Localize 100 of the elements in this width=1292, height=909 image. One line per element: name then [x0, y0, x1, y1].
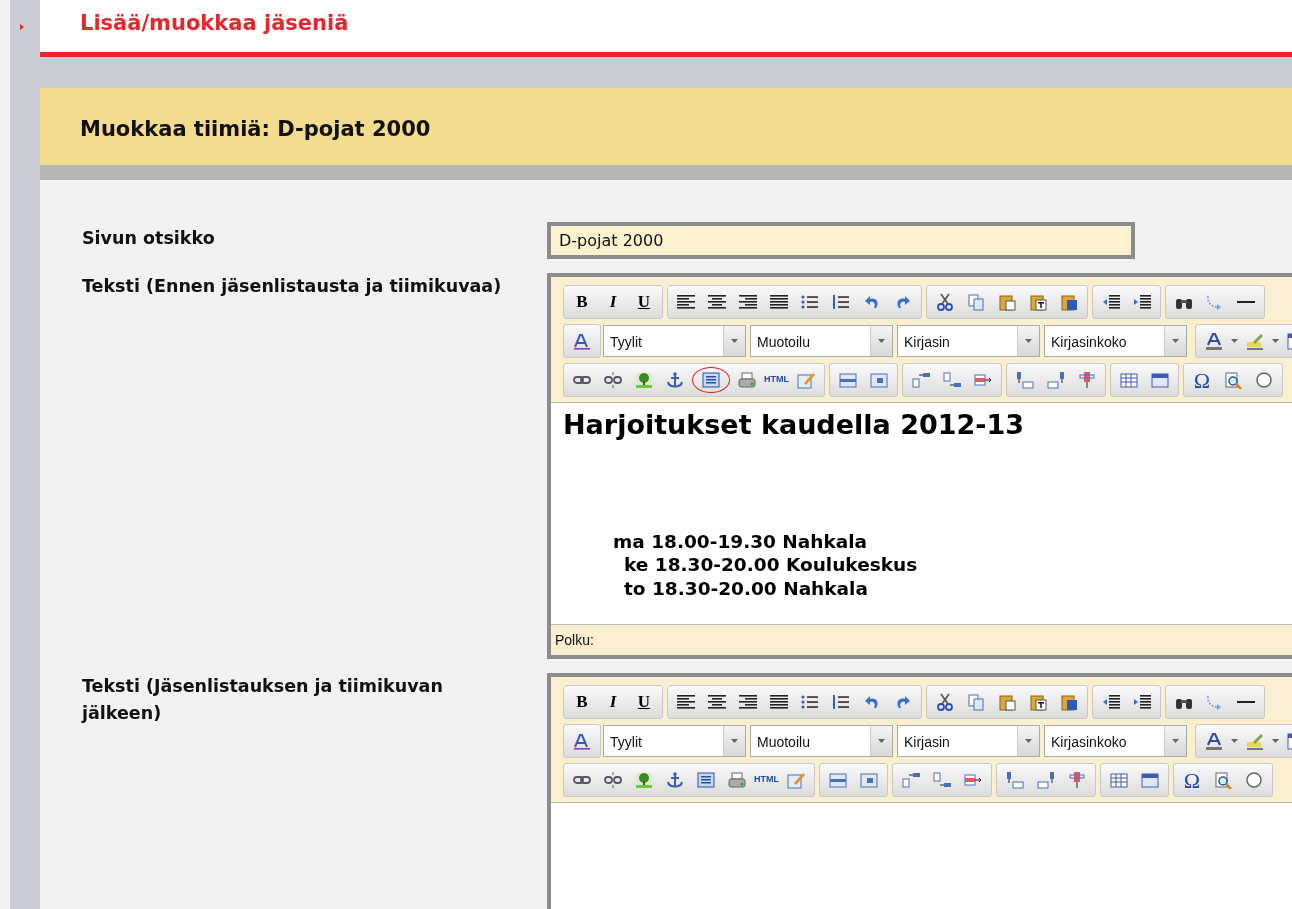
dropdown-field[interactable]: Tyylit — [603, 325, 746, 357]
dropdown-field[interactable]: Kirjasinkoko — [1044, 725, 1187, 757]
dropdown-field[interactable]: Kirjasin — [897, 725, 1040, 757]
delete-row-icon — [963, 771, 983, 789]
special-character-button[interactable]: Ω — [1188, 367, 1216, 393]
dropdown-caret-icon[interactable] — [731, 339, 738, 343]
clipboard-icon — [997, 293, 1017, 311]
table-row-icon — [828, 771, 848, 789]
insert-column-before-icon — [1005, 771, 1025, 789]
html-button[interactable]: HTML — [764, 367, 789, 393]
printer-icon — [727, 771, 747, 789]
editor-content-area[interactable]: Harjoitukset kaudella 2012-13 ma 18.00-19.30 Nahkala ke 18.30-20.00 Koulukeskus to 18.30-20.00 Nahkala — [551, 402, 1292, 624]
path-label: Polku: — [551, 624, 1292, 655]
outdent-icon — [1101, 293, 1121, 311]
edit-icon — [796, 371, 816, 389]
scissors-icon — [935, 293, 955, 311]
align-center-icon — [707, 693, 727, 711]
special-character-button[interactable]: Ω — [1178, 767, 1206, 793]
dropdown-caret-icon[interactable] — [878, 739, 885, 743]
bold-button[interactable]: B — [568, 289, 596, 315]
insert-column-after-icon — [1036, 771, 1056, 789]
delete-row-icon — [973, 371, 993, 389]
text-input-field[interactable]: D-pojat 2000 — [547, 222, 1135, 259]
clipboard-icon — [997, 693, 1017, 711]
anchor-icon — [665, 371, 685, 389]
dropdown-field[interactable]: Kirjasin — [897, 325, 1040, 357]
justify-icon — [769, 293, 789, 311]
tree-image-icon — [634, 771, 654, 789]
italic-button[interactable]: I — [599, 289, 627, 315]
tree-image-icon — [634, 371, 654, 389]
table-properties-icon — [1150, 371, 1170, 389]
bulleted-list-icon — [800, 693, 820, 711]
anchor-icon — [665, 771, 685, 789]
copy-icon — [966, 293, 986, 311]
delete-column-icon — [1067, 771, 1087, 789]
table-cell-icon — [859, 771, 879, 789]
text-color-icon — [1204, 332, 1224, 350]
document-icon — [696, 771, 716, 789]
html-button[interactable]: HTML — [754, 767, 779, 793]
insert-row-before-icon — [901, 771, 921, 789]
insert-column-after-icon — [1046, 371, 1066, 389]
bullet-icon — [20, 23, 24, 30]
dropdown-caret-icon[interactable] — [1025, 739, 1032, 743]
align-center-icon — [707, 293, 727, 311]
field-label: Sivun otsikko — [81, 227, 216, 250]
document-icon — [701, 371, 721, 389]
align-right-icon — [738, 293, 758, 311]
bold-button[interactable]: B — [568, 689, 596, 715]
dropdown-caret-icon[interactable] — [1231, 739, 1238, 743]
underline-button[interactable]: U — [630, 689, 658, 715]
dropdown-field[interactable]: Tyylit — [603, 725, 746, 757]
table-icon — [1119, 371, 1139, 389]
printer-icon — [737, 371, 757, 389]
dropdown-field[interactable]: Muotoilu — [750, 725, 893, 757]
content-text: ke 18.30-20.00 Koulukeskus — [623, 553, 919, 577]
delete-column-icon — [1077, 371, 1097, 389]
table-properties-icon — [1140, 771, 1160, 789]
insert-row-after-icon — [942, 371, 962, 389]
style-icon — [572, 332, 592, 350]
table-icon — [1109, 771, 1129, 789]
dropdown-caret-icon[interactable] — [731, 739, 738, 743]
dropdown-caret-icon[interactable] — [1172, 339, 1179, 343]
clipboard-text-icon — [1028, 293, 1048, 311]
dropdown-caret-icon[interactable] — [1025, 339, 1032, 343]
underline-button[interactable]: U — [630, 289, 658, 315]
highlighter-icon — [1245, 732, 1265, 750]
unlink-icon — [603, 771, 623, 789]
preview-icon — [1213, 771, 1233, 789]
dropdown-caret-icon[interactable] — [1172, 739, 1179, 743]
dropdown-field[interactable]: Kirjasinkoko — [1044, 325, 1187, 357]
outdent-icon — [1101, 693, 1121, 711]
highlighter-icon — [1245, 332, 1265, 350]
table-row-icon — [838, 371, 858, 389]
preview-icon — [1223, 371, 1243, 389]
indent-icon — [1132, 293, 1152, 311]
horizontal-rule-icon — [1237, 701, 1255, 703]
scissors-icon — [935, 693, 955, 711]
edit-icon — [786, 771, 806, 789]
dropdown-caret-icon[interactable] — [878, 339, 885, 343]
clipboard-document-icon — [1059, 693, 1079, 711]
page-title: Lisää/muokkaa jäseniä — [80, 10, 350, 37]
bulleted-list-icon — [800, 293, 820, 311]
text-color-icon — [1204, 732, 1224, 750]
italic-button[interactable]: I — [599, 689, 627, 715]
field-label: Teksti (Jäsenlistauksen ja tiimikuvan jälkeen) — [80, 675, 444, 726]
clipboard-document-icon — [1059, 293, 1079, 311]
numbered-list-icon — [831, 293, 851, 311]
style-icon — [572, 732, 592, 750]
table-cell-icon — [869, 371, 889, 389]
unlink-icon — [603, 371, 623, 389]
numbered-list-icon — [831, 693, 851, 711]
dropdown-field[interactable]: Muotoilu — [750, 325, 893, 357]
horizontal-rule-icon — [1237, 301, 1255, 303]
justify-icon — [769, 693, 789, 711]
align-left-icon — [676, 693, 696, 711]
dropdown-caret-icon[interactable] — [1231, 339, 1238, 343]
clipboard-text-icon — [1028, 693, 1048, 711]
copy-icon — [966, 693, 986, 711]
dropdown-caret-icon[interactable] — [1272, 339, 1279, 343]
dropdown-caret-icon[interactable] — [1272, 739, 1279, 743]
